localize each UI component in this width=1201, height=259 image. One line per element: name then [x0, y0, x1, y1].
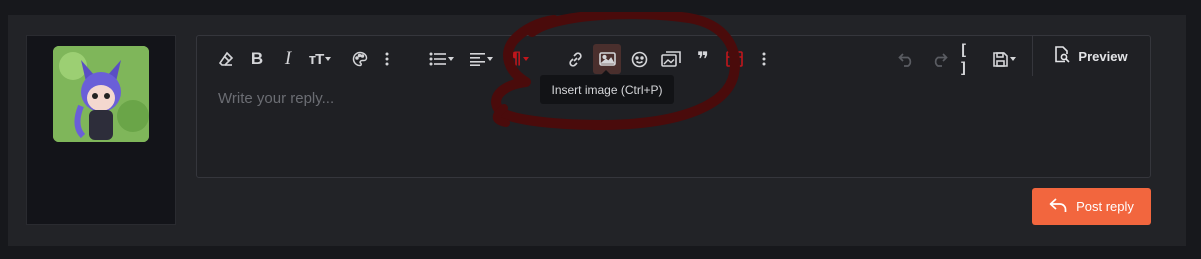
spoiler-icon[interactable] — [722, 44, 746, 74]
preview-icon — [1055, 46, 1070, 66]
paragraph-icon[interactable]: ¶ — [505, 44, 535, 74]
reply-icon — [1049, 197, 1067, 216]
avatar[interactable] — [53, 46, 149, 142]
reply-textarea[interactable]: Write your reply... — [218, 90, 334, 107]
italic-icon[interactable]: I — [277, 44, 299, 74]
link-icon[interactable] — [563, 44, 587, 74]
post-reply-label: Post reply — [1076, 199, 1134, 214]
more-vertical-icon[interactable] — [757, 44, 771, 74]
more-vertical-icon[interactable] — [380, 44, 394, 74]
palette-icon[interactable] — [348, 44, 372, 74]
undo-icon[interactable] — [894, 44, 918, 74]
list-icon[interactable] — [425, 44, 457, 74]
eraser-icon[interactable] — [214, 44, 238, 74]
redo-icon[interactable] — [927, 44, 951, 74]
smiley-icon[interactable] — [627, 44, 651, 74]
bbcode-toggle-icon[interactable]: [ ] — [959, 41, 983, 77]
insert-image-tooltip: Insert image (Ctrl+P) — [540, 75, 674, 104]
preview-label: Preview — [1078, 48, 1128, 64]
drafts-icon[interactable] — [988, 44, 1020, 74]
align-icon[interactable] — [466, 44, 496, 74]
quote-icon[interactable]: ❞ — [691, 44, 715, 74]
text-size-icon[interactable]: тT — [305, 44, 335, 74]
bold-icon[interactable]: B — [246, 44, 268, 74]
reply-editor[interactable]: B I тT ¶ ❞ [] Preview Write your reply.… — [196, 35, 1151, 178]
editor-toolbar: B I тT ¶ ❞ [] Preview — [197, 36, 1150, 80]
preview-button[interactable]: Preview — [1032, 36, 1150, 76]
media-icon[interactable] — [659, 44, 683, 74]
post-reply-button[interactable]: Post reply — [1032, 188, 1151, 225]
